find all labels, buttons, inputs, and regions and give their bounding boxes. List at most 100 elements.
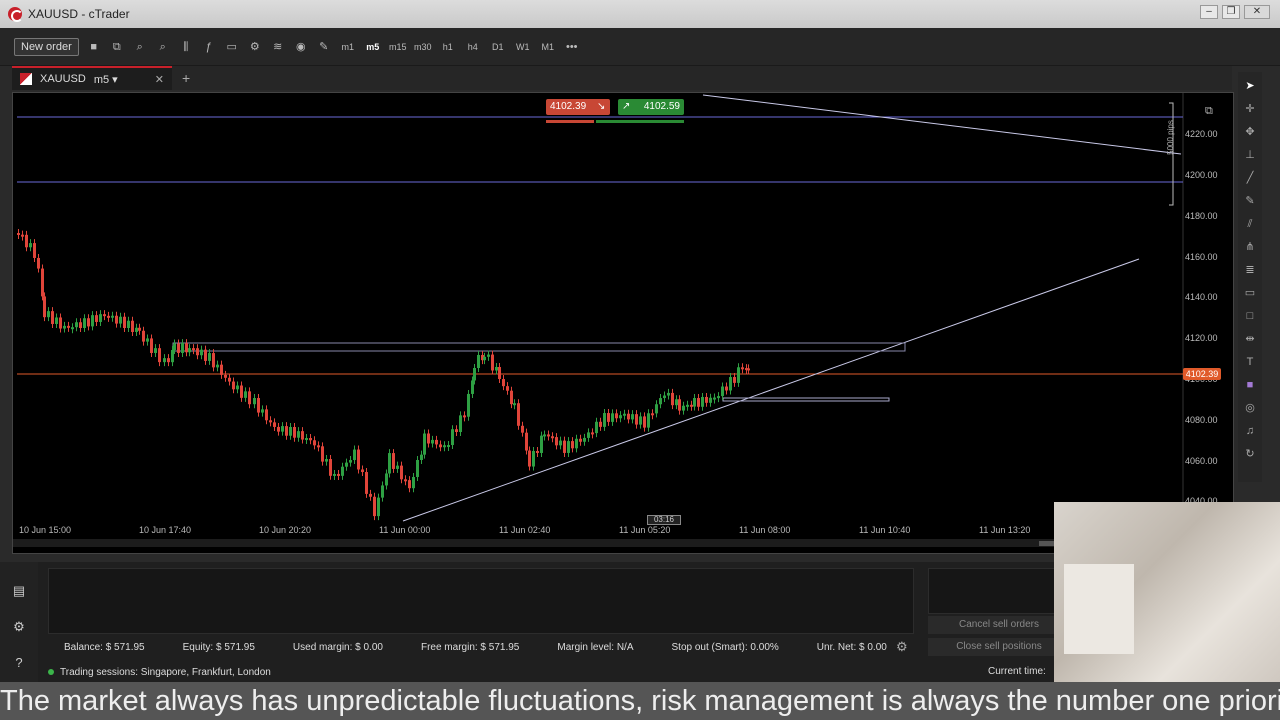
y-tick: 4120.00 xyxy=(1185,333,1218,343)
candle xyxy=(575,438,578,449)
candle xyxy=(212,353,215,368)
timeframe-m15[interactable]: m15 xyxy=(389,42,407,52)
trend-line-icon[interactable]: ╱ xyxy=(1242,170,1258,187)
x-tick: 11 Jun 13:20 xyxy=(979,525,1031,535)
pitchfork-icon[interactable]: ⋔ xyxy=(1242,239,1258,256)
add-tab-button[interactable]: + xyxy=(182,70,190,86)
settings-icon[interactable]: ⚙ xyxy=(10,618,28,636)
edit-chart-icon[interactable]: ✎ xyxy=(316,39,332,55)
buy-price-button[interactable]: ↗ 4102.59 xyxy=(618,99,684,115)
bell-icon[interactable]: ♫ xyxy=(1242,423,1258,440)
help-icon[interactable]: ? xyxy=(10,654,28,672)
candle xyxy=(273,422,276,427)
candle xyxy=(177,343,180,353)
minimize-button[interactable]: ‒ xyxy=(1200,5,1218,19)
x-tick: 11 Jun 00:00 xyxy=(379,525,431,535)
candle xyxy=(416,460,419,477)
buy-bar xyxy=(596,120,684,123)
webcam-highlight xyxy=(1064,564,1134,654)
candle xyxy=(675,399,678,406)
tab-close-icon[interactable]: ✕ xyxy=(155,73,164,86)
timeframe-h1[interactable]: h1 xyxy=(439,42,457,52)
candle xyxy=(400,465,403,480)
candle xyxy=(269,420,272,423)
chart-canvas[interactable] xyxy=(13,93,1235,539)
timeframe-d1[interactable]: D1 xyxy=(489,42,507,52)
candle xyxy=(631,414,634,420)
timeframe-m5[interactable]: m5 xyxy=(364,42,382,52)
maximize-button[interactable]: ❐ xyxy=(1222,5,1240,19)
trading-sessions: Trading sessions: Singapore, Frankfurt, … xyxy=(60,666,271,678)
close-button[interactable]: ✕ xyxy=(1244,5,1270,19)
candle xyxy=(412,476,415,489)
move-icon[interactable]: ✥ xyxy=(1242,124,1258,141)
scrollbar-thumb[interactable] xyxy=(1039,541,1055,546)
candle xyxy=(473,367,476,381)
candle xyxy=(95,315,98,322)
measure-icon[interactable]: ⇹ xyxy=(1242,331,1258,348)
channel-icon[interactable]: ⫽ xyxy=(1242,216,1258,233)
price-chart[interactable]: 4102.39 ↘ ↗ 4102.59 5000 pips ⧉ 4220.00 … xyxy=(12,92,1235,554)
candle xyxy=(154,348,157,353)
candle xyxy=(285,426,288,436)
chart-edit-icon[interactable]: ⧉ xyxy=(1205,105,1219,119)
candle xyxy=(495,367,498,371)
candle xyxy=(135,327,138,332)
timeframe-m30[interactable]: m30 xyxy=(414,42,432,52)
sell-price-button[interactable]: 4102.39 ↘ xyxy=(546,99,610,115)
chart-type-icon[interactable]: ■ xyxy=(86,39,102,55)
candlestick-icon[interactable]: ⫼ xyxy=(178,39,194,55)
candle xyxy=(91,315,94,327)
candle xyxy=(571,441,574,449)
candle xyxy=(51,311,54,324)
cursor-icon[interactable]: ➤ xyxy=(1242,78,1258,95)
candle xyxy=(333,473,336,476)
candle xyxy=(563,440,566,453)
zoom-out-icon[interactable]: ⌕ xyxy=(155,39,171,55)
template-icon[interactable]: ▭ xyxy=(224,39,240,55)
candle xyxy=(257,398,260,413)
cancel-sell-orders-button[interactable]: Cancel sell orders xyxy=(928,616,1070,634)
timeframe-h4[interactable]: h4 xyxy=(464,42,482,52)
candle xyxy=(447,445,450,448)
eye-icon[interactable]: ◉ xyxy=(293,39,309,55)
timeframe-m1[interactable]: m1 xyxy=(339,42,357,52)
timeframe-w1[interactable]: W1 xyxy=(514,42,532,52)
candle xyxy=(21,234,24,237)
account-settings-gear-icon[interactable]: ⚙ xyxy=(896,639,908,655)
candle xyxy=(477,354,480,368)
zoom-in-icon[interactable]: ⌕ xyxy=(132,39,148,55)
crosshair-icon[interactable]: ✛ xyxy=(1242,101,1258,118)
fibonacci-icon[interactable]: ≣ xyxy=(1242,262,1258,279)
layers-icon[interactable]: ≋ xyxy=(270,39,286,55)
y-tick: 4200.00 xyxy=(1185,170,1218,180)
candle xyxy=(240,385,243,398)
timeframe-month1[interactable]: M1 xyxy=(539,42,557,52)
pen-icon[interactable]: ✎ xyxy=(1242,193,1258,210)
indicators-icon[interactable]: ƒ xyxy=(201,39,217,55)
robot-icon[interactable]: ⚙ xyxy=(247,39,263,55)
color-swatch-icon[interactable]: ■ xyxy=(1242,377,1258,394)
new-order-button[interactable]: New order xyxy=(14,37,79,56)
y-tick: 4140.00 xyxy=(1185,292,1218,302)
more-icon[interactable]: ••• xyxy=(564,39,580,55)
candle xyxy=(607,413,610,422)
replay-icon[interactable]: ↻ xyxy=(1242,446,1258,463)
text-icon[interactable]: T xyxy=(1242,354,1258,371)
camera-icon[interactable]: ◎ xyxy=(1242,400,1258,417)
tab-timeframe[interactable]: m5 ▾ xyxy=(94,73,118,86)
close-sell-positions-button[interactable]: Close sell positions xyxy=(928,638,1070,656)
candle xyxy=(17,233,20,235)
candle xyxy=(83,318,86,328)
candle xyxy=(619,415,622,419)
balance: Balance: $ 571.95 xyxy=(64,641,145,653)
candle xyxy=(615,413,618,419)
horizontal-line-icon[interactable]: ⊥ xyxy=(1242,147,1258,164)
candle xyxy=(309,438,312,441)
candle xyxy=(265,409,268,421)
chart-tab-xauusd[interactable]: XAUUSD m5 ▾ ✕ xyxy=(12,66,172,90)
square-icon[interactable]: □ xyxy=(1242,308,1258,325)
chart-settings-icon[interactable]: ⧉ xyxy=(109,39,125,55)
rectangle-icon[interactable]: ▭ xyxy=(1242,285,1258,302)
wallet-icon[interactable]: ▤ xyxy=(10,582,28,600)
